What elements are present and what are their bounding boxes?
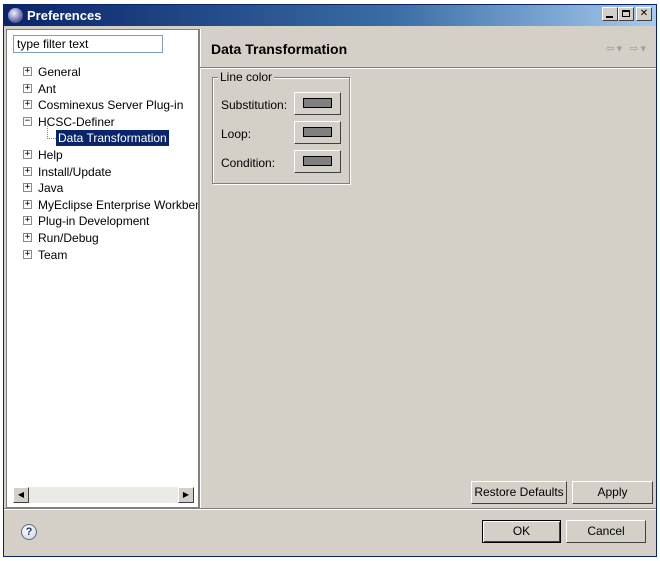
- tree-item-label: Help: [38, 148, 63, 162]
- expand-icon[interactable]: +: [23, 199, 32, 209]
- header-separator: [200, 67, 656, 69]
- apply-button[interactable]: Apply: [572, 481, 653, 504]
- substitution-color-button[interactable]: [294, 92, 341, 115]
- help-icon[interactable]: ?: [21, 524, 37, 540]
- group-title: Line color: [218, 70, 275, 84]
- tree-item-label: Ant: [38, 81, 57, 96]
- expand-icon[interactable]: +: [23, 216, 32, 226]
- color-swatch: [303, 98, 332, 108]
- preferences-dialog: Preferences ✕ + General + Ant + Cosminex…: [3, 4, 657, 557]
- expand-icon[interactable]: +: [23, 166, 32, 176]
- back-menu-icon[interactable]: ▾: [617, 43, 625, 55]
- tree-item-label: Install/Update: [38, 164, 112, 179]
- expand-icon[interactable]: +: [23, 150, 32, 159]
- preference-page: Data Transformation ⇦▾ ⇨▾ Line color Sub…: [200, 29, 656, 508]
- substitution-label: Substitution:: [221, 98, 288, 112]
- expand-icon[interactable]: +: [23, 233, 32, 242]
- tree-item-label: Data Transformation: [56, 130, 169, 147]
- close-button[interactable]: ✕: [636, 7, 652, 21]
- color-swatch: [303, 156, 332, 166]
- footer-separator: [4, 508, 656, 510]
- expand-icon[interactable]: +: [23, 249, 32, 259]
- line-color-group: Line color Substitution: Loop: Condition…: [212, 70, 350, 184]
- cancel-button[interactable]: Cancel: [566, 520, 646, 543]
- expand-icon[interactable]: +: [23, 100, 32, 110]
- preferences-tree-pane: + General + Ant + Cosminexus Server Plug…: [6, 29, 199, 508]
- title-bar[interactable]: Preferences ✕: [4, 5, 656, 26]
- forward-icon[interactable]: ⇨: [629, 43, 640, 55]
- maximize-button[interactable]: [618, 7, 634, 21]
- expand-icon[interactable]: +: [23, 67, 32, 76]
- collapse-icon[interactable]: −: [23, 116, 32, 126]
- condition-label: Condition:: [221, 156, 276, 170]
- condition-color-button[interactable]: [294, 150, 341, 173]
- scroll-right-icon[interactable]: ▶: [178, 487, 194, 503]
- window-title: Preferences: [27, 8, 102, 23]
- page-title: Data Transformation: [211, 41, 348, 57]
- forward-menu-icon[interactable]: ▾: [640, 43, 648, 55]
- filter-input[interactable]: [13, 35, 163, 53]
- tree-item-label: Run/Debug: [38, 231, 99, 245]
- tree-item-label: Team: [38, 247, 68, 262]
- scroll-left-icon[interactable]: ◀: [13, 487, 29, 503]
- preferences-tree: + General + Ant + Cosminexus Server Plug…: [7, 64, 198, 484]
- loop-label: Loop:: [221, 127, 252, 141]
- loop-color-button[interactable]: [294, 121, 341, 144]
- tree-item-label: Cosminexus Server Plug-in: [38, 98, 184, 113]
- back-icon[interactable]: ⇦: [605, 43, 616, 55]
- minimize-button[interactable]: [602, 7, 618, 21]
- ok-button[interactable]: OK: [482, 520, 561, 543]
- color-swatch: [303, 127, 332, 137]
- tree-item-label: MyEclipse Enterprise Workbench: [38, 197, 198, 212]
- tree-item-label: Plug-in Development: [38, 214, 150, 229]
- expand-icon[interactable]: +: [23, 183, 32, 193]
- scroll-track[interactable]: [29, 487, 178, 503]
- eclipse-icon: [8, 8, 23, 23]
- tree-item-label: General: [38, 65, 81, 79]
- tree-horizontal-scrollbar[interactable]: ◀ ▶: [13, 487, 194, 503]
- history-navigation: ⇦▾ ⇨▾: [605, 42, 648, 55]
- expand-icon[interactable]: +: [23, 83, 32, 93]
- restore-defaults-button[interactable]: Restore Defaults: [471, 481, 567, 504]
- tree-item-label: Java: [38, 181, 64, 196]
